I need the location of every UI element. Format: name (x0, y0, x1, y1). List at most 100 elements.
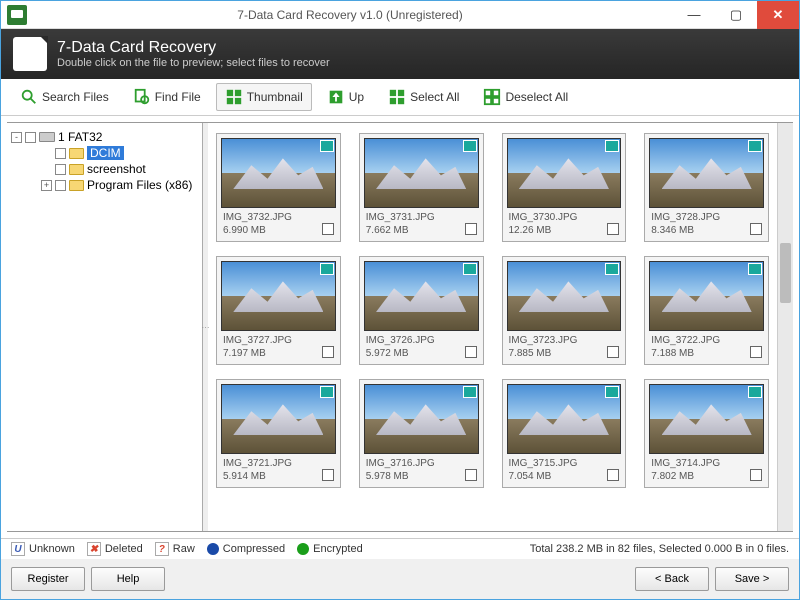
drive-icon (39, 132, 55, 142)
thumbnail-filesize: 6.990 MB (223, 224, 334, 237)
image-badge-icon (748, 386, 762, 398)
up-button[interactable]: Up (318, 83, 373, 111)
thumbnail-button[interactable]: Thumbnail (216, 83, 312, 111)
image-badge-icon (320, 263, 334, 275)
thumbnail-image (364, 384, 479, 454)
thumbnail-filesize: 5.978 MB (366, 470, 477, 483)
folder-checkbox[interactable] (55, 148, 66, 159)
thumbnail-image (364, 138, 479, 208)
deselect-all-label: Deselect All (505, 90, 568, 104)
thumbnail-filename: IMG_3715.JPG (509, 457, 620, 470)
minimize-button[interactable]: — (673, 1, 715, 29)
find-file-button[interactable]: Find File (124, 83, 210, 111)
thumbnail-checkbox[interactable] (465, 223, 477, 235)
thumbnail-item[interactable]: IMG_3723.JPG7.885 MB (502, 256, 627, 365)
thumbnail-image (221, 261, 336, 331)
thumbnail-filename: IMG_3722.JPG (651, 334, 762, 347)
thumbnail-filesize: 7.197 MB (223, 347, 334, 360)
legend-bar: UUnknown ✖Deleted ?Raw Compressed Encryp… (1, 538, 799, 559)
folder-label: Program Files (x86) (87, 178, 192, 192)
expand-icon[interactable]: + (41, 180, 52, 191)
thumbnail-filesize: 5.914 MB (223, 470, 334, 483)
search-files-label: Search Files (42, 90, 109, 104)
thumbnail-checkbox[interactable] (465, 346, 477, 358)
thumbnail-item[interactable]: IMG_3731.JPG7.662 MB (359, 133, 484, 242)
register-button[interactable]: Register (11, 567, 85, 591)
thumbnail-checkbox[interactable] (750, 223, 762, 235)
maximize-button[interactable]: ▢ (715, 1, 757, 29)
thumbnail-image (221, 384, 336, 454)
collapse-icon[interactable]: - (11, 132, 22, 143)
thumbnail-filename: IMG_3726.JPG (366, 334, 477, 347)
tree-drive-row[interactable]: - 1 FAT32 (11, 129, 198, 145)
folder-checkbox[interactable] (55, 180, 66, 191)
image-badge-icon (463, 263, 477, 275)
select-all-button[interactable]: Select All (379, 83, 468, 111)
thumbnail-filename: IMG_3716.JPG (366, 457, 477, 470)
thumbnail-image (507, 384, 622, 454)
find-file-icon (133, 88, 151, 106)
thumbnail-filesize: 8.346 MB (651, 224, 762, 237)
tree-folder-row[interactable]: + Program Files (x86) (11, 177, 198, 193)
thumbnail-filename: IMG_3714.JPG (651, 457, 762, 470)
thumbnail-item[interactable]: IMG_3722.JPG7.188 MB (644, 256, 769, 365)
thumbnail-grid[interactable]: IMG_3732.JPG6.990 MBIMG_3731.JPG7.662 MB… (208, 123, 777, 531)
thumbnail-filesize: 7.662 MB (366, 224, 477, 237)
app-subtitle: Double click on the file to preview; sel… (57, 57, 330, 69)
sdcard-icon (13, 37, 47, 71)
app-window: 7-Data Card Recovery v1.0 (Unregistered)… (0, 0, 800, 600)
thumbnail-checkbox[interactable] (750, 346, 762, 358)
scrollbar-handle[interactable] (780, 243, 791, 303)
thumbnail-item[interactable]: IMG_3714.JPG7.802 MB (644, 379, 769, 488)
thumbnail-checkbox[interactable] (322, 469, 334, 481)
search-files-button[interactable]: Search Files (11, 83, 118, 111)
thumbnail-checkbox[interactable] (607, 223, 619, 235)
back-button[interactable]: < Back (635, 567, 709, 591)
thumbnail-item[interactable]: IMG_3728.JPG8.346 MB (644, 133, 769, 242)
footer: Register Help < Back Save > (1, 559, 799, 599)
thumbnail-item[interactable]: IMG_3732.JPG6.990 MB (216, 133, 341, 242)
folder-label: screenshot (87, 162, 146, 176)
thumbnail-filename: IMG_3723.JPG (509, 334, 620, 347)
thumbnail-item[interactable]: IMG_3715.JPG7.054 MB (502, 379, 627, 488)
folder-tree[interactable]: - 1 FAT32 DCIMscreenshot + Program Files (… (7, 123, 203, 531)
thumbnail-item[interactable]: IMG_3730.JPG12.26 MB (502, 133, 627, 242)
image-badge-icon (463, 140, 477, 152)
thumbnail-filesize: 7.885 MB (509, 347, 620, 360)
help-button[interactable]: Help (91, 567, 165, 591)
image-badge-icon (463, 386, 477, 398)
deselect-all-button[interactable]: Deselect All (474, 83, 577, 111)
save-button[interactable]: Save > (715, 567, 789, 591)
vertical-scrollbar[interactable] (777, 123, 793, 531)
folder-icon (69, 180, 84, 191)
folder-icon (69, 148, 84, 159)
thumbnail-checkbox[interactable] (750, 469, 762, 481)
image-badge-icon (605, 140, 619, 152)
close-button[interactable]: ✕ (757, 1, 799, 29)
thumbnail-checkbox[interactable] (322, 223, 334, 235)
thumbnail-item[interactable]: IMG_3721.JPG5.914 MB (216, 379, 341, 488)
thumbnail-checkbox[interactable] (322, 346, 334, 358)
thumbnail-item[interactable]: IMG_3726.JPG5.972 MB (359, 256, 484, 365)
thumbnail-item[interactable]: IMG_3716.JPG5.978 MB (359, 379, 484, 488)
thumbnail-checkbox[interactable] (607, 346, 619, 358)
folder-checkbox[interactable] (55, 164, 66, 175)
drive-checkbox[interactable] (25, 132, 36, 143)
app-title: 7-Data Card Recovery (57, 39, 330, 57)
image-badge-icon (605, 263, 619, 275)
legend-unknown: UUnknown (11, 542, 75, 556)
image-badge-icon (320, 140, 334, 152)
thumbnail-image (649, 138, 764, 208)
window-controls: — ▢ ✕ (673, 1, 799, 29)
thumbnail-item[interactable]: IMG_3727.JPG7.197 MB (216, 256, 341, 365)
tree-folder-row[interactable]: screenshot (11, 161, 198, 177)
thumbnail-filename: IMG_3732.JPG (223, 211, 334, 224)
select-all-label: Select All (410, 90, 459, 104)
thumbnail-image (507, 138, 622, 208)
thumbnail-image (649, 261, 764, 331)
thumbnail-filename: IMG_3721.JPG (223, 457, 334, 470)
tree-folder-row[interactable]: DCIM (11, 145, 198, 161)
thumbnail-checkbox[interactable] (465, 469, 477, 481)
deselect-all-icon (483, 88, 501, 106)
thumbnail-checkbox[interactable] (607, 469, 619, 481)
